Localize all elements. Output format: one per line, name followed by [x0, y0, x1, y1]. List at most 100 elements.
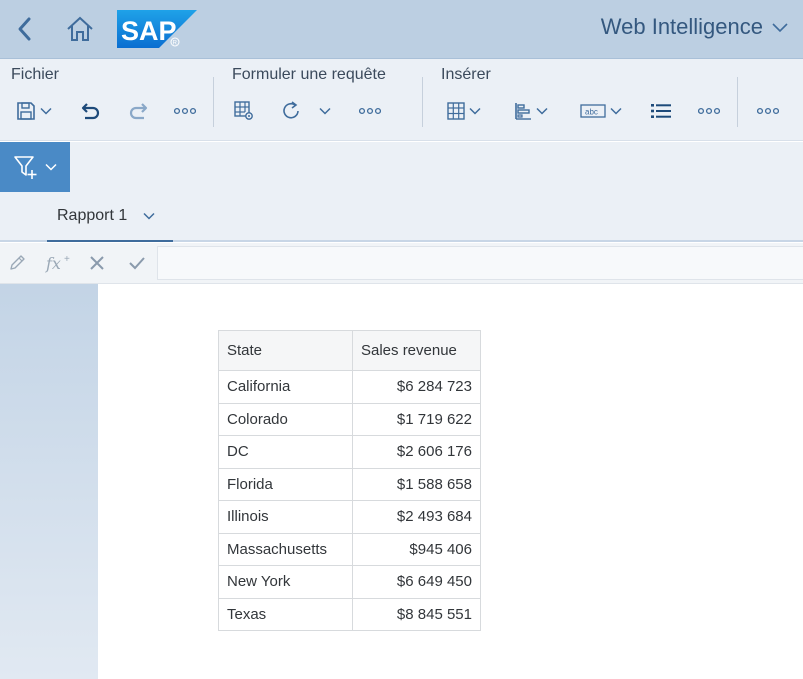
sales-table[interactable]: State Sales revenue California $6 284 723… [218, 330, 481, 631]
shell-bar: SAP R Web Intelligence [0, 0, 803, 59]
more-insert-button[interactable] [696, 97, 722, 125]
formula-input[interactable] [157, 246, 803, 280]
more-icon [757, 107, 779, 115]
table-row: California $6 284 723 [218, 370, 481, 404]
cell-state[interactable]: Colorado [218, 402, 353, 436]
report-tabs: Rapport 1 [0, 192, 803, 242]
filter-add-icon [14, 156, 37, 179]
chevron-down-icon [610, 107, 622, 115]
more-fichier-button[interactable] [172, 97, 198, 125]
grid-settings-icon [234, 101, 253, 120]
cell-revenue[interactable]: $2 493 684 [352, 500, 481, 534]
chevron-down-icon [469, 107, 481, 115]
validate-formula-button[interactable] [126, 251, 148, 275]
cancel-formula-button[interactable] [86, 251, 108, 275]
cell-state[interactable]: Texas [218, 597, 353, 631]
undo-icon [81, 103, 100, 120]
list-icon [651, 104, 671, 118]
tab-label: Rapport 1 [57, 207, 128, 224]
cell-state[interactable]: California [218, 370, 353, 404]
refresh-icon [283, 101, 299, 119]
back-button[interactable] [10, 14, 40, 44]
toolbar-separator [737, 77, 738, 127]
app-title: Web Intelligence [600, 14, 763, 39]
insert-cell-button[interactable]: abc [577, 97, 625, 125]
cell-revenue[interactable]: $1 719 622 [352, 402, 481, 436]
svg-text:abc: abc [585, 108, 598, 117]
chevron-down-icon [40, 107, 52, 115]
cell-state[interactable]: Illinois [218, 500, 353, 534]
chevron-down-icon [772, 23, 788, 33]
table-row: New York $6 649 450 [218, 565, 481, 599]
add-filter-button[interactable] [0, 142, 70, 192]
redo-icon [129, 103, 148, 120]
cell-state[interactable]: Massachusetts [218, 532, 353, 566]
group-label-query: Formuler une requête [232, 66, 386, 83]
toolbar-separator [422, 77, 423, 127]
insert-list-button[interactable] [648, 97, 674, 125]
query-settings-button[interactable] [231, 97, 257, 125]
svg-text:+: + [64, 254, 70, 265]
app-title-menu[interactable]: Web Intelligence [601, 14, 789, 40]
undo-button[interactable] [78, 97, 104, 125]
sap-logo: SAP R [117, 10, 197, 48]
filter-bar [0, 142, 803, 192]
close-icon [90, 256, 104, 270]
cell-revenue[interactable]: $8 845 551 [352, 597, 481, 631]
left-side-panel [0, 284, 98, 679]
insert-chart-button[interactable] [509, 97, 553, 125]
more-query-button[interactable] [357, 97, 383, 125]
bar-chart-icon [515, 103, 531, 120]
cell-state[interactable]: New York [218, 565, 353, 599]
table-row: DC $2 606 176 [218, 435, 481, 469]
edit-formula-button[interactable] [6, 251, 28, 275]
refresh-options-button[interactable] [315, 97, 335, 125]
table-icon [447, 102, 465, 120]
table-row: Colorado $1 719 622 [218, 402, 481, 436]
table-row: Florida $1 588 658 [218, 467, 481, 501]
column-header-sales-revenue[interactable]: Sales revenue [352, 330, 481, 371]
cell-state[interactable]: DC [218, 435, 353, 469]
table-row: Massachusetts $945 406 [218, 532, 481, 566]
sap-logo-text: SAP [121, 16, 177, 46]
home-icon [67, 16, 93, 41]
more-icon [174, 107, 196, 115]
more-toolbar-button[interactable] [755, 97, 781, 125]
table-row: Texas $8 845 551 [218, 597, 481, 631]
toolbar-separator [213, 77, 214, 127]
table-header-row: State Sales revenue [218, 330, 481, 371]
insert-table-button[interactable] [443, 97, 485, 125]
check-icon [129, 257, 145, 270]
group-label-fichier: Fichier [11, 66, 60, 83]
svg-text:fx: fx [45, 254, 61, 273]
cell-revenue[interactable]: $945 406 [352, 532, 481, 566]
group-label-insert: Insérer [441, 66, 491, 83]
save-menu-button[interactable] [12, 97, 56, 125]
chevron-down-icon[interactable] [143, 212, 155, 220]
formula-bar: fx + [0, 243, 803, 284]
tab-rapport-1[interactable]: Rapport 1 [47, 192, 173, 242]
home-button[interactable] [64, 14, 96, 44]
save-icon [17, 102, 35, 120]
chevron-down-icon [536, 107, 548, 115]
chevron-down-icon [45, 163, 57, 171]
pencil-icon [10, 255, 25, 270]
redo-button[interactable] [125, 97, 151, 125]
cell-revenue[interactable]: $6 649 450 [352, 565, 481, 599]
toolbar: Fichier Formuler une requête Insérer abc [0, 59, 803, 141]
cell-state[interactable]: Florida [218, 467, 353, 501]
function-icon: fx + [45, 254, 70, 273]
table-row: Illinois $2 493 684 [218, 500, 481, 534]
cell-revenue[interactable]: $1 588 658 [352, 467, 481, 501]
insert-function-button[interactable]: fx + [44, 251, 74, 275]
cell-revenue[interactable]: $6 284 723 [352, 370, 481, 404]
cell-revenue[interactable]: $2 606 176 [352, 435, 481, 469]
svg-text:R: R [173, 41, 178, 47]
more-icon [698, 107, 720, 115]
column-header-state[interactable]: State [218, 330, 353, 371]
refresh-button[interactable] [278, 97, 304, 125]
more-icon [359, 107, 381, 115]
back-arrow-icon [18, 17, 31, 41]
text-cell-icon: abc [580, 104, 606, 118]
chevron-down-icon [319, 107, 331, 115]
